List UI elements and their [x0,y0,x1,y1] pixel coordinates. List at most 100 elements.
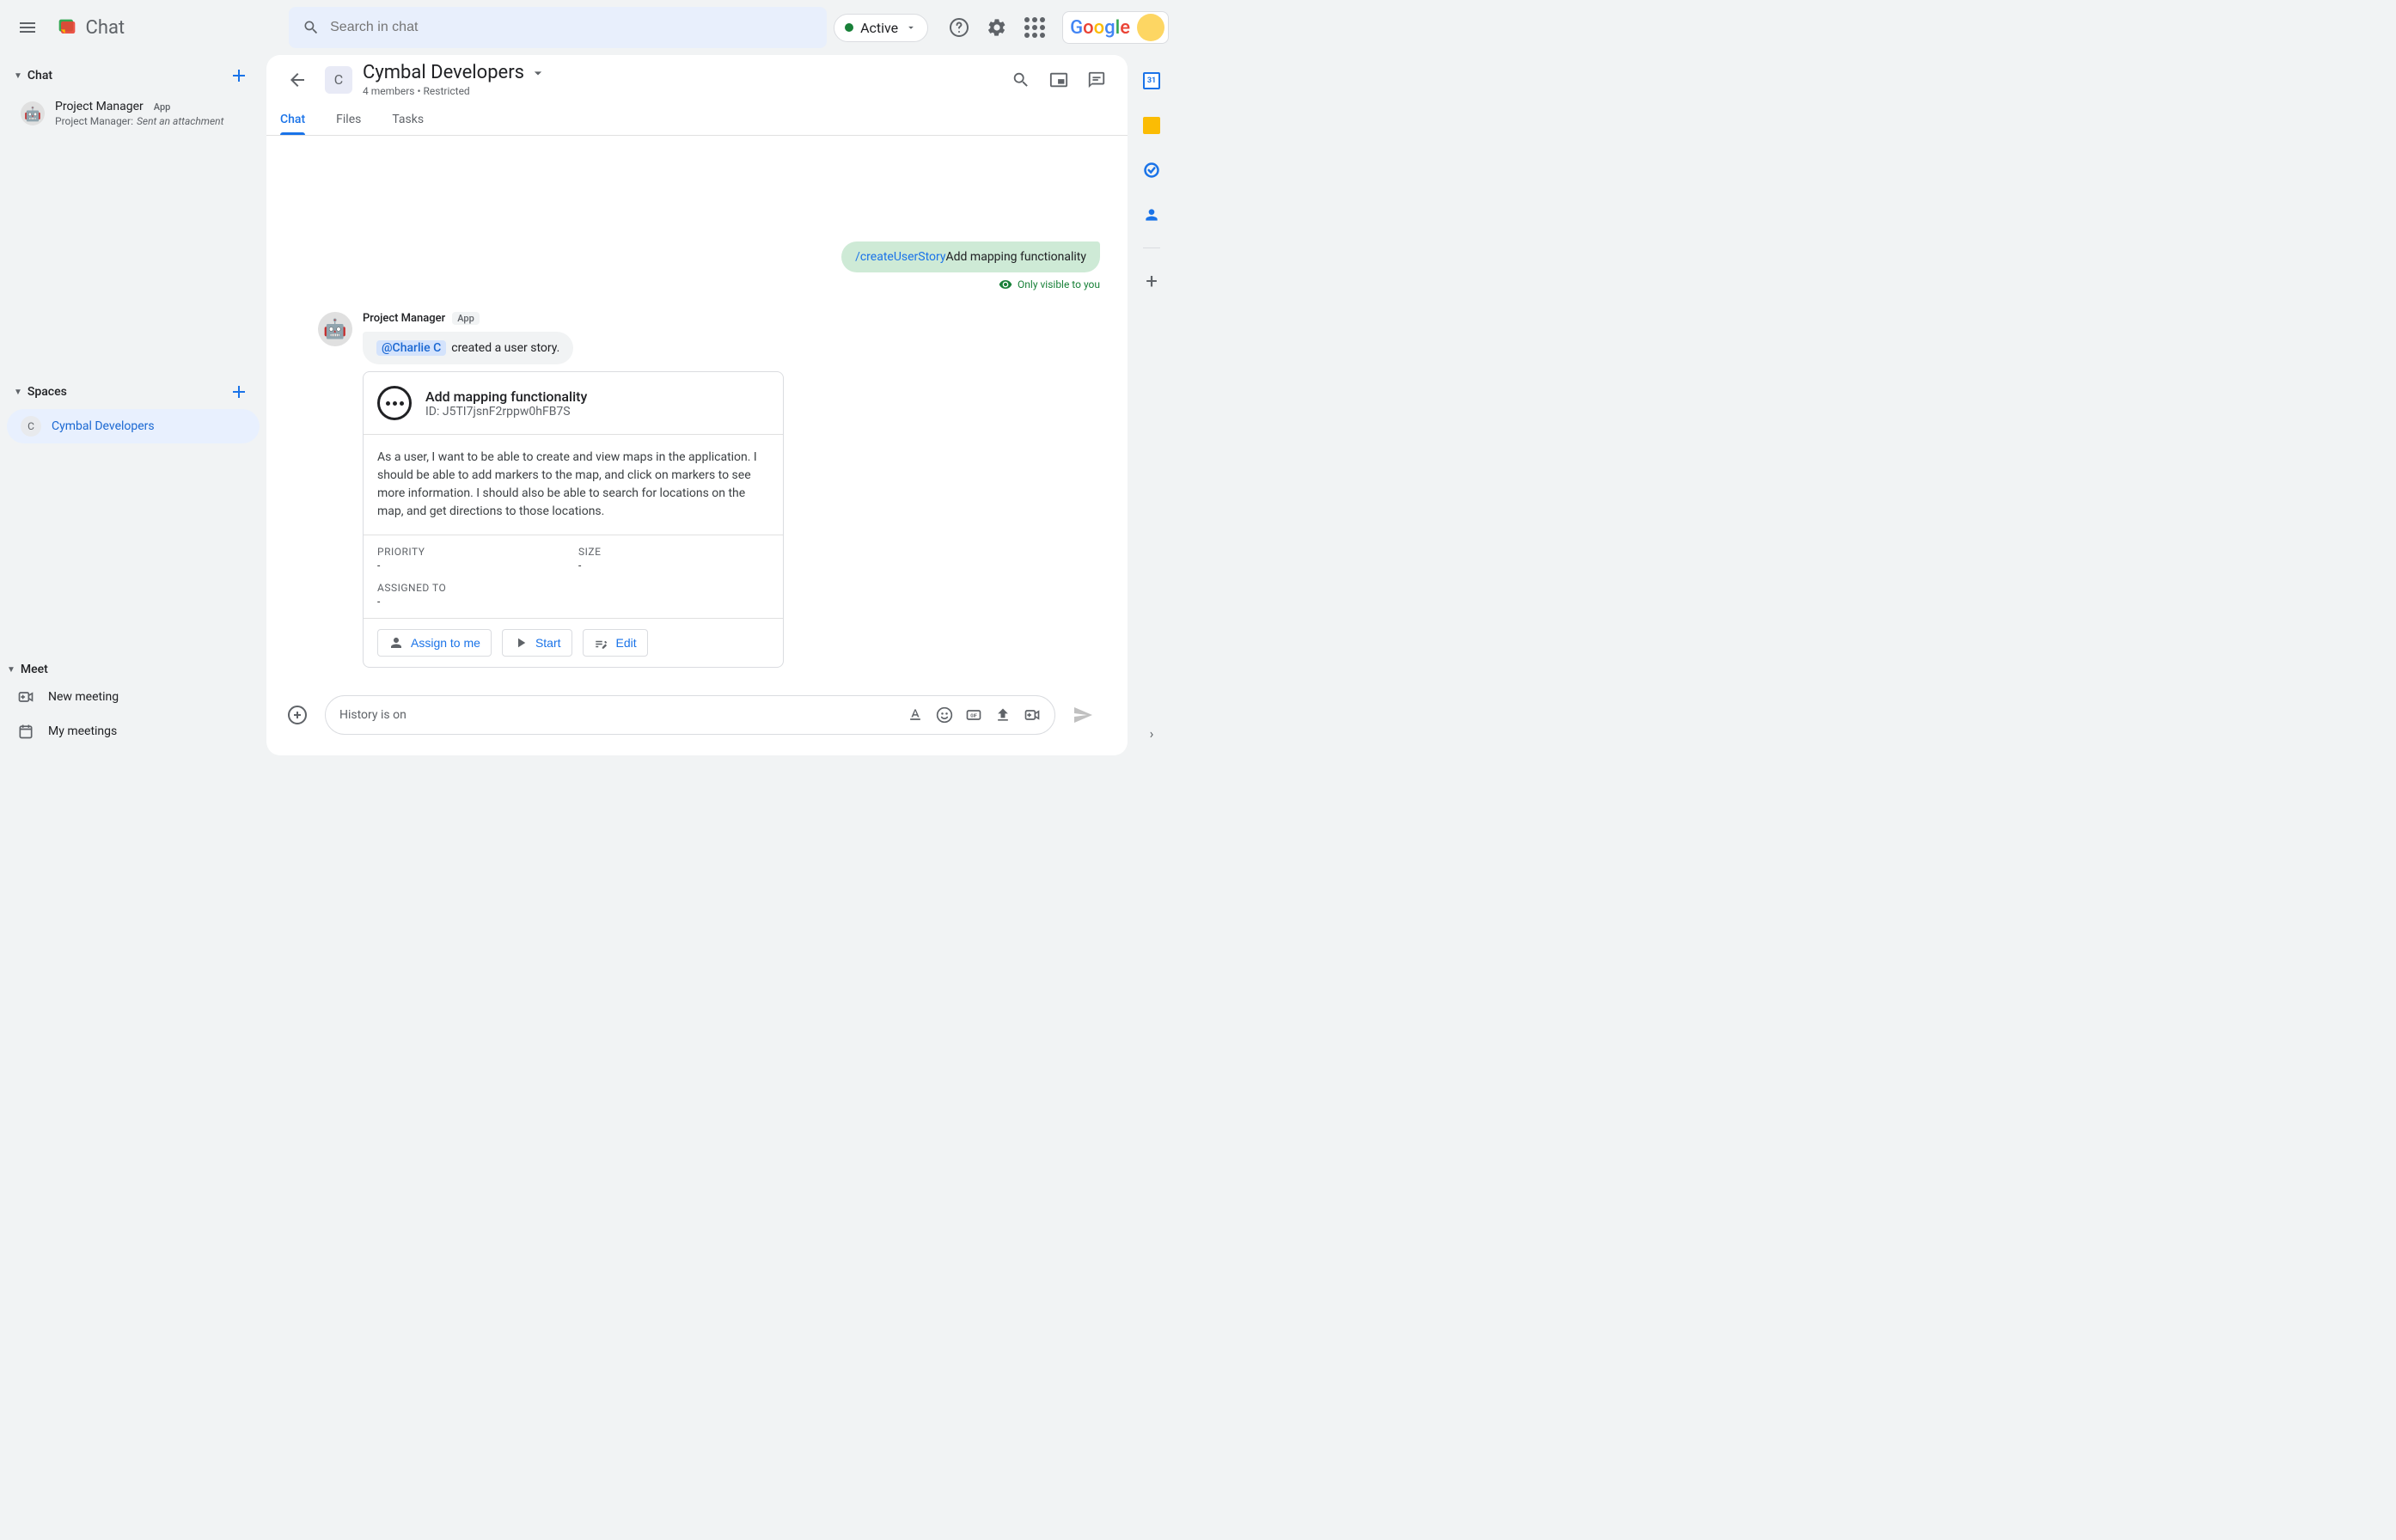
compose-input[interactable]: History is on GIF [325,695,1055,735]
new-chat-button[interactable] [225,62,253,89]
header-actions: Active Google [834,10,1169,45]
chevron-down-icon: ▼ [7,665,15,675]
assigned-field: ASSIGNED TO - [377,582,769,608]
format-icon[interactable] [907,706,924,724]
my-meetings-label: My meetings [48,724,117,738]
edit-icon [594,635,609,651]
collapse-panel-button[interactable]: › [1150,725,1154,742]
chat-item-project-manager[interactable]: 🤖 Project Manager App Project Manager: S… [7,93,260,134]
pip-icon [1049,70,1068,89]
space-item-cymbal-developers[interactable]: C Cymbal Developers [7,409,260,443]
message-composer: History is on GIF [266,681,1128,755]
search-icon [303,19,320,36]
apps-button[interactable] [1018,10,1052,45]
size-field: SIZE - [578,546,769,571]
status-chip[interactable]: Active [834,14,928,42]
size-value: - [578,559,769,571]
chevron-down-icon: ▼ [14,71,22,81]
priority-label: PRIORITY [377,546,568,558]
help-button[interactable] [942,10,976,45]
keep-addon[interactable] [1140,113,1164,138]
tab-chat[interactable]: Chat [280,104,305,135]
send-icon [1073,705,1093,725]
chat-preview-action: Sent an attachment [137,115,223,127]
user-mention[interactable]: @Charlie C [376,340,446,356]
meet-section-header[interactable]: ▼ Meet [0,659,266,680]
space-title-row[interactable]: Cymbal Developers [363,62,547,83]
chat-section-label: Chat [28,69,52,82]
compose-add-button[interactable] [280,698,315,732]
plus-icon [229,65,249,86]
size-label: SIZE [578,546,769,558]
chat-item-name: Project Manager [55,100,144,113]
chevron-down-icon: ▼ [14,388,22,397]
assign-to-me-button[interactable]: Assign to me [377,629,492,657]
edit-button-label: Edit [616,636,637,650]
pip-button[interactable] [1042,63,1076,97]
active-threads-button[interactable] [1079,63,1114,97]
start-button[interactable]: Start [502,629,572,657]
emoji-icon[interactable] [936,706,953,724]
space-header: C Cymbal Developers 4 members • Restrict… [266,55,1128,136]
story-body: As a user, I want to be able to create a… [364,435,783,535]
calendar-addon[interactable]: 31 [1140,69,1164,93]
story-icon [377,386,412,420]
visibility-note: Only visible to you [999,278,1100,291]
tab-files[interactable]: Files [336,104,361,135]
status-dot-icon [845,23,853,32]
app-badge: App [149,101,176,113]
status-text: Active [860,20,898,36]
tab-tasks[interactable]: Tasks [392,104,424,135]
user-story-card: Add mapping functionality ID: J5TI7jsnF2… [363,371,784,668]
priority-value: - [377,559,568,571]
tasks-icon [1143,162,1160,179]
app-title: Chat [86,17,125,39]
account-button[interactable]: Google [1062,11,1169,44]
assigned-label: ASSIGNED TO [377,582,769,594]
assigned-value: - [377,596,769,608]
new-meeting-button[interactable]: New meeting [0,680,266,714]
gif-icon[interactable]: GIF [965,706,982,724]
space-avatar: C [325,66,352,94]
self-message[interactable]: /createUserStoryAdd mapping functionalit… [841,241,1100,272]
settings-button[interactable] [980,10,1014,45]
contacts-addon[interactable] [1140,203,1164,227]
search-in-space-button[interactable] [1004,63,1038,97]
video-icon[interactable] [1024,706,1041,724]
tasks-addon[interactable] [1140,158,1164,182]
left-navigation: ▼ Chat 🤖 Project Manager App Project Man… [0,55,266,755]
space-title: Cymbal Developers [363,62,524,83]
bot-message-text: created a user story. [451,341,559,355]
chat-logo-icon [55,15,79,40]
main-menu-button[interactable] [7,7,48,48]
arrow-left-icon [287,70,308,90]
chat-bubble-icon [1087,70,1106,89]
back-button[interactable] [280,63,315,97]
app-logo[interactable]: Chat [55,15,125,40]
robot-avatar-icon: 🤖 [21,101,45,125]
main-panel: C Cymbal Developers 4 members • Restrict… [266,55,1128,755]
edit-button[interactable]: Edit [583,629,648,657]
bot-message[interactable]: @Charlie C created a user story. [363,332,573,364]
meet-section-label: Meet [21,663,48,676]
calendar-icon: 31 [1143,72,1160,89]
search-box[interactable] [289,7,827,48]
eye-icon [999,278,1012,291]
search-input[interactable] [330,20,813,35]
spaces-section-header[interactable]: ▼ Spaces [7,375,260,409]
priority-field: PRIORITY - [377,546,568,571]
send-button[interactable] [1066,698,1100,732]
message-list: /createUserStoryAdd mapping functionalit… [266,136,1128,681]
story-title: Add mapping functionality [425,388,587,405]
space-tabs: Chat Files Tasks [280,104,1114,135]
plus-icon [229,382,249,402]
new-meeting-label: New meeting [48,690,119,704]
visibility-text: Only visible to you [1018,278,1100,290]
get-addons-button[interactable]: + [1146,269,1158,293]
chat-section-header[interactable]: ▼ Chat [7,58,260,93]
upload-icon[interactable] [994,706,1012,724]
story-id: ID: J5TI7jsnF2rppw0hFB7S [425,405,587,419]
keep-icon [1143,117,1160,134]
my-meetings-button[interactable]: My meetings [0,714,266,749]
new-space-button[interactable] [225,378,253,406]
